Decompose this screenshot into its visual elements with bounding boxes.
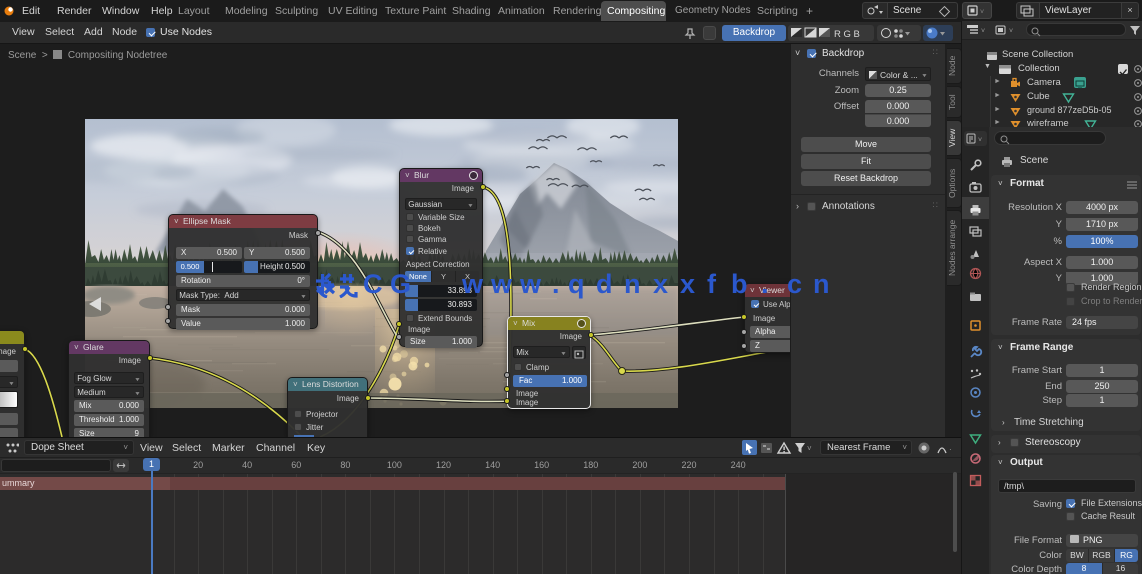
svg-text:·: · <box>949 445 952 454</box>
svg-text:˅: ˅ <box>807 444 812 453</box>
svg-text:˅: ˅ <box>980 9 984 16</box>
svg-text:R G B: R G B <box>834 29 860 40</box>
svg-text:˅: ˅ <box>978 137 982 144</box>
svg-text:˅: ˅ <box>1009 28 1013 35</box>
svg-text:˅: ˅ <box>981 28 985 35</box>
